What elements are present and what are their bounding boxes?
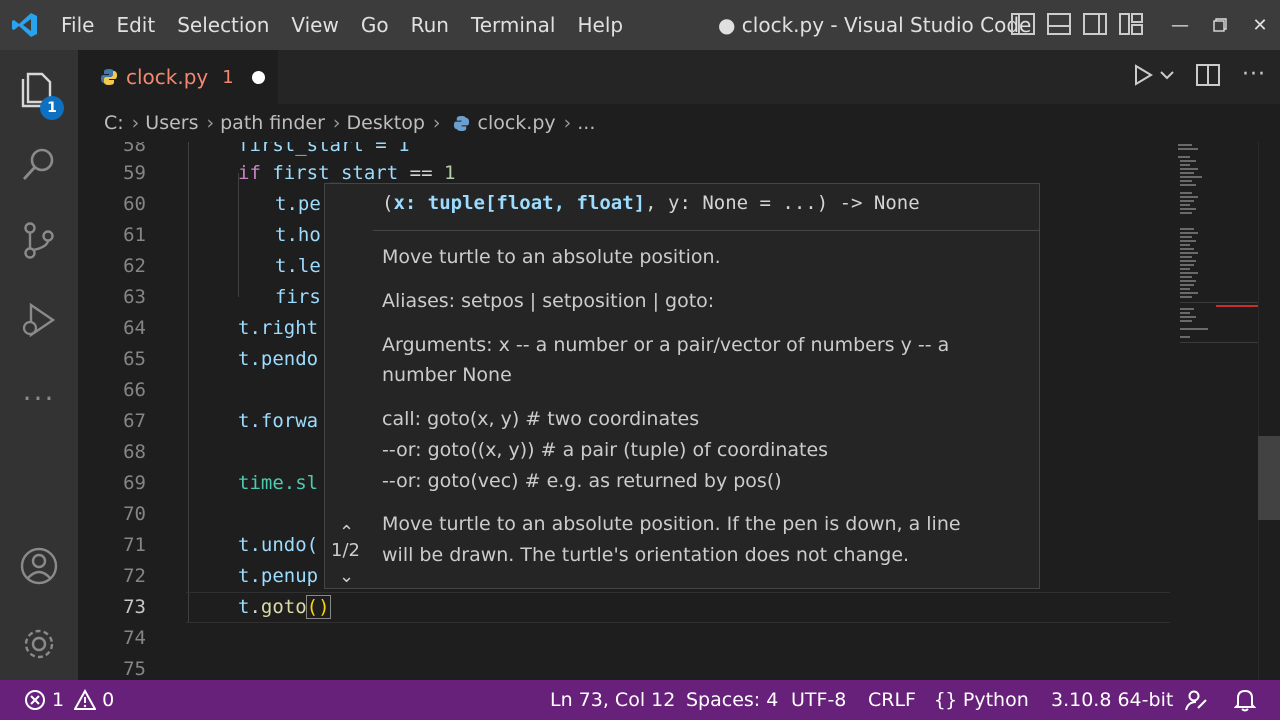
doc-description-cont: will be drawn. The turtle's orientation … <box>382 544 910 566</box>
menu-run[interactable]: Run <box>400 0 460 50</box>
end-of-line[interactable]: CRLF <box>868 680 916 720</box>
run-debug-icon[interactable] <box>0 288 78 352</box>
doc-arguments-cont: number None <box>382 364 512 386</box>
breadcrumb-file[interactable]: clock.py <box>478 112 556 134</box>
doc-description: Move turtle to an absolute position. If … <box>382 513 961 535</box>
window-title: ● clock.py - Visual Studio Code <box>718 13 1032 37</box>
status-bar: 1 0 Ln 73, Col 12 Spaces: 4 UTF-8 CRLF {… <box>0 680 1280 720</box>
breadcrumb-desktop[interactable]: Desktop <box>347 112 425 134</box>
breadcrumb: C: › Users › path finder › Desktop › clo… <box>78 104 1280 142</box>
more-views-icon[interactable]: ··· <box>0 366 78 430</box>
signature-help-popup: ⌃ 1/2 ⌄ (x: tuple[float, float], y: None… <box>324 183 1040 589</box>
doc-arguments: Arguments: x -- a number or a pair/vecto… <box>382 334 950 356</box>
source-control-icon[interactable] <box>0 208 78 272</box>
explorer-badge: 1 <box>40 96 64 120</box>
tab-label: clock.py <box>126 65 209 89</box>
vertical-scrollbar[interactable] <box>1258 142 1280 680</box>
scrollbar-thumb[interactable] <box>1258 436 1280 520</box>
doc-call-alt2: --or: goto(vec) # e.g. as returned by po… <box>382 470 782 492</box>
vscode-logo-icon <box>0 0 50 50</box>
chevron-right-icon: › <box>432 112 441 134</box>
minimize-icon[interactable]: — <box>1160 0 1200 50</box>
encoding[interactable]: UTF-8 <box>791 680 846 720</box>
tab-problem-count: 1 <box>222 66 234 88</box>
close-icon[interactable]: ✕ <box>1240 0 1280 50</box>
tab-clock-py[interactable]: clock.py 1 <box>78 50 278 104</box>
braces-icon: {} <box>934 689 957 711</box>
chevron-right-icon: › <box>131 112 140 134</box>
code-line: 75 <box>123 658 146 680</box>
explorer-icon[interactable]: 1 <box>0 56 78 120</box>
signature-text: (x: tuple[float, float], y: None = ...) … <box>382 192 920 214</box>
overload-count: 1/2 <box>331 540 360 561</box>
menu-selection[interactable]: Selection <box>166 0 280 50</box>
menu-terminal[interactable]: Terminal <box>460 0 567 50</box>
feedback-icon[interactable] <box>1184 680 1208 720</box>
menu-help[interactable]: Help <box>566 0 634 50</box>
menu-view[interactable]: View <box>280 0 349 50</box>
breadcrumb-users[interactable]: Users <box>145 112 198 134</box>
accounts-icon[interactable] <box>0 534 78 598</box>
menu-bar: File Edit Selection View Go Run Terminal… <box>50 0 634 50</box>
toggle-panel-icon[interactable] <box>1046 11 1072 37</box>
doc-call: call: goto(x, y) # two coordinates <box>382 408 700 430</box>
notifications-bell-icon[interactable] <box>1234 680 1256 720</box>
python-interpreter[interactable]: 3.10.8 64-bit <box>1051 680 1173 720</box>
chevron-right-icon: › <box>332 112 341 134</box>
chevron-down-icon[interactable]: ⌄ <box>339 566 354 587</box>
breadcrumb-user[interactable]: path finder <box>220 112 325 134</box>
more-actions-icon[interactable]: ··· <box>1242 62 1266 87</box>
unsaved-dot-icon[interactable] <box>251 70 265 84</box>
error-icon <box>25 690 45 710</box>
code-line: 74 <box>123 627 146 649</box>
toggle-primary-sidebar-icon[interactable] <box>1010 11 1036 37</box>
indentation[interactable]: Spaces: 4 <box>686 680 778 720</box>
warning-icon <box>74 689 97 710</box>
title-bar: File Edit Selection View Go Run Terminal… <box>0 0 1280 50</box>
doc-aliases: Aliases: setpos | setposition | goto: <box>382 290 715 312</box>
doc-call-alt1: --or: goto((x, y)) # a pair (tuple) of c… <box>382 439 829 461</box>
chevron-right-icon: › <box>206 112 215 134</box>
toggle-secondary-sidebar-icon[interactable] <box>1082 11 1108 37</box>
error-count: 1 <box>52 689 65 711</box>
language-mode[interactable]: {} Python <box>934 680 1029 720</box>
language-label: Python <box>962 689 1029 711</box>
manage-gear-icon[interactable] <box>0 612 78 676</box>
doc-summary: Move turtle to an absolute position. <box>382 246 721 268</box>
menu-file[interactable]: File <box>50 0 105 50</box>
minimap[interactable] <box>1172 142 1258 680</box>
run-python-file-icon[interactable] <box>1132 63 1154 86</box>
python-file-icon <box>453 115 469 131</box>
activity-bar: 1 ··· <box>0 50 78 680</box>
warning-count: 0 <box>102 689 115 711</box>
menu-edit[interactable]: Edit <box>105 0 166 50</box>
breadcrumb-more[interactable]: ... <box>577 112 595 134</box>
split-editor-icon[interactable] <box>1196 63 1221 86</box>
code-line-current: 73 t.goto() <box>123 595 331 619</box>
python-file-icon <box>101 69 117 85</box>
restore-icon[interactable] <box>1200 0 1240 50</box>
menu-go[interactable]: Go <box>350 0 400 50</box>
cursor-position[interactable]: Ln 73, Col 12 <box>550 680 675 720</box>
divider <box>373 230 1039 231</box>
chevron-right-icon: › <box>563 112 572 134</box>
problems-indicator[interactable]: 1 0 <box>24 680 114 720</box>
customize-layout-icon[interactable] <box>1118 11 1144 37</box>
breadcrumb-drive[interactable]: C: <box>104 112 124 134</box>
chevron-down-icon[interactable] <box>1160 70 1174 80</box>
search-icon[interactable] <box>0 132 78 196</box>
tab-bar: clock.py 1 ··· <box>78 50 1280 104</box>
overload-navigator: ⌃ 1/2 ⌄ <box>325 184 373 588</box>
